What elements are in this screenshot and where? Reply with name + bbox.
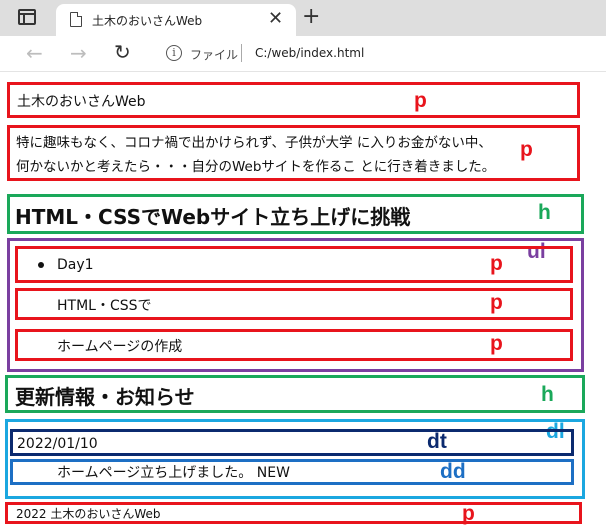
- p-label: p: [490, 332, 503, 355]
- arrow-left-icon[interactable]: ←: [26, 40, 43, 66]
- p-label: p: [462, 502, 475, 525]
- intro-line-2: 何かないかと考えたら・・・自分のWebサイトを作るこ とに行き着きました。: [16, 159, 496, 175]
- page-icon: [70, 12, 82, 27]
- arrow-right-icon[interactable]: →: [70, 40, 87, 66]
- browser-tab[interactable]: 土木のおいさんWeb ✕: [56, 4, 296, 36]
- tab-actions-icon[interactable]: [18, 9, 36, 25]
- site-title: 土木のおいさんWeb: [17, 94, 146, 110]
- p-label: p: [520, 138, 533, 161]
- reload-icon[interactable]: ↻: [114, 39, 131, 65]
- p-label: p: [414, 89, 427, 112]
- address-bar[interactable]: C:/web/index.html: [255, 46, 364, 60]
- list-item-1: Day1: [57, 257, 94, 273]
- h-label: h: [541, 383, 554, 406]
- info-icon[interactable]: i: [166, 45, 182, 61]
- new-tab-icon[interactable]: +: [302, 4, 320, 30]
- list-item-2: HTML・CSSで: [57, 298, 152, 314]
- tab-title: 土木のおいさんWeb: [92, 14, 203, 28]
- footer-text: 2022 土木のおいさんWeb: [16, 507, 161, 521]
- heading-1: HTML・CSSでWebサイト立ち上げに挑戦: [15, 205, 411, 229]
- p-label: p: [490, 252, 503, 275]
- address-separator: [241, 44, 242, 62]
- dt-label: dt: [427, 430, 447, 453]
- dd-label: dd: [440, 460, 466, 483]
- origin-label: ファイル: [190, 48, 239, 62]
- heading-2: 更新情報・お知らせ: [15, 385, 195, 409]
- intro-line-1: 特に趣味もなく、コロナ禍で出かけられず、子供が大学 に入りお金がない中、: [16, 135, 492, 151]
- bullet-icon: [38, 262, 44, 268]
- browser-toolbar: ← → ↻ i ファイル C:/web/index.html: [0, 36, 606, 72]
- h-label: h: [538, 201, 551, 224]
- close-tab-icon[interactable]: ✕: [268, 7, 283, 31]
- dd-text: ホームページ立ち上げました。 NEW: [57, 465, 290, 481]
- list-item-3: ホームページの作成: [57, 339, 183, 355]
- tab-bar: 土木のおいさんWeb ✕ +: [0, 0, 606, 36]
- dt-date: 2022/01/10: [17, 436, 98, 452]
- p-label: p: [490, 291, 503, 314]
